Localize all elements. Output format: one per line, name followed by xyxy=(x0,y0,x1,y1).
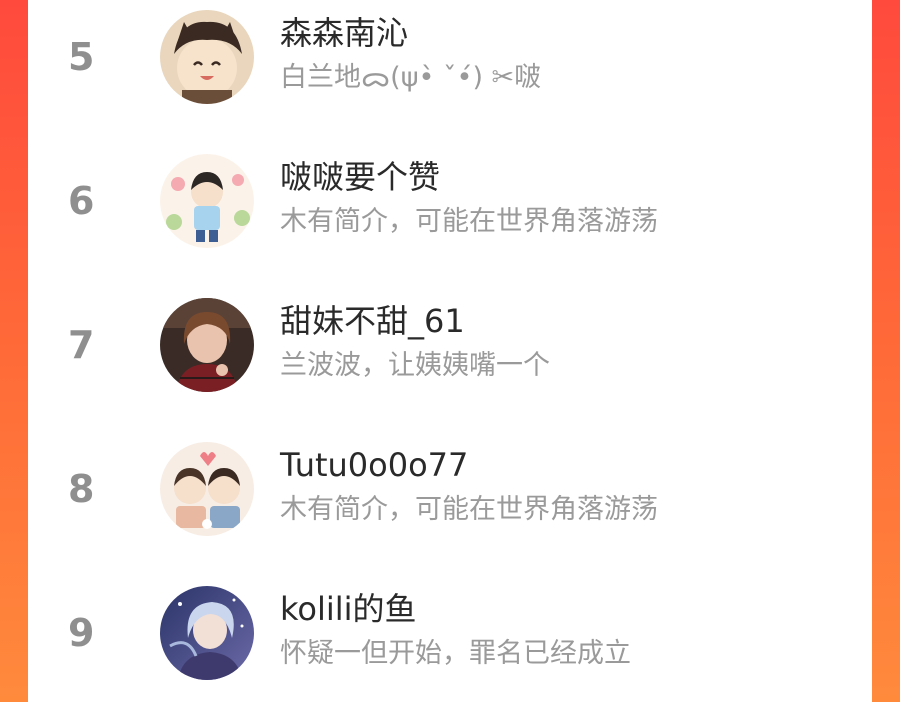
user-name: Tutu0o0o77 xyxy=(280,446,469,484)
avatar[interactable] xyxy=(160,586,254,680)
ranking-page: 5 森森南沁 白兰地ᯅ(ψ•̀ ˇ•́) ✂啵 6 啵啵要个赞 木有简介，可能在… xyxy=(0,0,900,702)
user-bio: 木有简介，可能在世界角落游荡 xyxy=(280,206,658,237)
rank-number: 9 xyxy=(68,611,95,655)
user-name: 甜妹不甜_61 xyxy=(280,302,465,340)
rank-number: 8 xyxy=(68,467,95,511)
user-name: 啵啵要个赞 xyxy=(280,158,441,196)
user-name: 森森南沁 xyxy=(280,14,409,52)
list-item[interactable]: 6 啵啵要个赞 木有简介，可能在世界角落游荡 xyxy=(28,152,872,252)
list-item[interactable]: 8 Tutu0o0o77 木有简介，可能在世界角落游荡 xyxy=(28,440,872,540)
list-item[interactable]: 7 甜妹不甜_61 兰波波，让姨姨嘴一个 xyxy=(28,296,872,396)
avatar[interactable] xyxy=(160,10,254,104)
user-bio: 白兰地ᯅ(ψ•̀ ˇ•́) ✂啵 xyxy=(280,62,542,93)
user-bio: 怀疑一但开始，罪名已经成立 xyxy=(280,638,631,669)
list-item[interactable]: 9 kolili的鱼 怀疑一但开始，罪名已经成立 xyxy=(28,584,872,684)
avatar[interactable] xyxy=(160,154,254,248)
avatar[interactable] xyxy=(160,298,254,392)
rank-number: 7 xyxy=(68,323,95,367)
rank-number: 5 xyxy=(68,35,95,79)
user-bio: 木有简介，可能在世界角落游荡 xyxy=(280,494,658,525)
rank-number: 6 xyxy=(68,179,95,223)
user-name: kolili的鱼 xyxy=(280,590,417,628)
ranking-list: 5 森森南沁 白兰地ᯅ(ψ•̀ ˇ•́) ✂啵 6 啵啵要个赞 木有简介，可能在… xyxy=(28,0,872,702)
list-item[interactable]: 5 森森南沁 白兰地ᯅ(ψ•̀ ˇ•́) ✂啵 xyxy=(28,8,872,108)
user-bio: 兰波波，让姨姨嘴一个 xyxy=(280,350,550,381)
avatar[interactable] xyxy=(160,442,254,536)
